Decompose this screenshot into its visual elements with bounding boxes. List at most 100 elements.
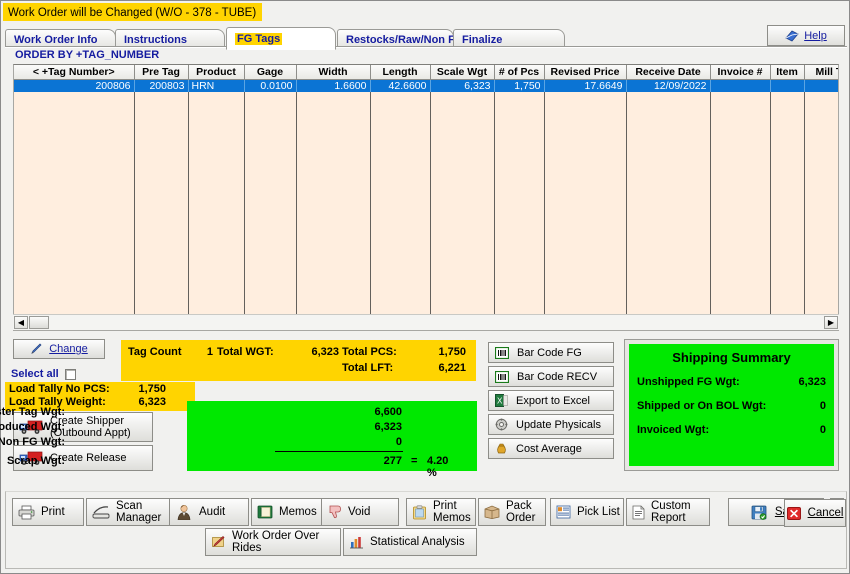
memos-label: Memos (279, 506, 317, 518)
col-gage[interactable]: Gage (244, 65, 297, 80)
print-memos-button[interactable]: Print Memos (406, 498, 476, 526)
statistical-analysis-label: Statistical Analysis (370, 536, 465, 548)
work-order-over-rides-button[interactable]: Work Order Over Rides (205, 528, 341, 556)
cell-num-of-pcs: 1,750 (494, 79, 545, 92)
memos-button[interactable]: Memos (251, 498, 331, 526)
printer-icon (18, 505, 35, 520)
cancel-button[interactable]: Cancel (784, 499, 846, 527)
tab-strip-base (5, 46, 847, 48)
scroll-right-arrow-icon[interactable]: ▶ (824, 316, 838, 329)
table-header-row: < +Tag Number> Pre Tag Product Gage Widt… (14, 65, 838, 80)
clipboard-icon (412, 505, 427, 520)
cell-empty (134, 92, 189, 105)
load-tally-no-pcs-row: Load Tally No PCS: 1,750 (9, 383, 191, 397)
cell-empty (710, 105, 771, 330)
cell-empty (710, 92, 771, 105)
tag-count-label: Tag Count (128, 346, 182, 358)
total-lft-label: Total LFT: (342, 362, 394, 374)
pick-list-button[interactable]: Pick List (550, 498, 624, 526)
void-button[interactable]: Void (321, 498, 399, 526)
scan-manager-button[interactable]: Scan Manager (86, 498, 177, 526)
floppy-save-icon (751, 505, 767, 520)
cost-average-button[interactable]: Cost Average (488, 438, 614, 459)
cell-empty (134, 105, 189, 330)
cell-empty (370, 105, 431, 330)
tab-bar: Work Order Info Instructions FG Tags Res… (5, 27, 847, 50)
work-order-window: Work Order will be Changed (W/O - 378 - … (0, 0, 850, 574)
export-to-excel-button[interactable]: X Export to Excel (488, 390, 614, 411)
unshipped-fg-wgt-row: Unshipped FG Wgt: 6,323 (637, 376, 826, 390)
scroll-left-arrow-icon[interactable]: ◀ (14, 316, 28, 329)
unshipped-fg-wgt-label: Unshipped FG Wgt: (637, 376, 740, 388)
cell-pre-tag: 200803 (134, 79, 189, 92)
select-all-label: Select all (11, 368, 59, 380)
barcode-icon (495, 346, 509, 359)
change-button[interactable]: Change (13, 339, 105, 359)
col-receive-date[interactable]: Receive Date (626, 65, 711, 80)
custom-report-button[interactable]: Custom Report (626, 498, 710, 526)
cell-empty (188, 105, 245, 330)
grid-horizontal-scrollbar[interactable]: ◀ ▶ (13, 314, 839, 330)
print-memos-label: Print Memos (433, 500, 471, 524)
col-mill-tag-num[interactable]: Mill Tag # (804, 65, 838, 80)
fg-tags-grid[interactable]: < +Tag Number> Pre Tag Product Gage Widt… (13, 64, 839, 331)
bar-code-fg-label: Bar Code FG (517, 346, 582, 359)
col-num-of-pcs[interactable]: # of Pcs (494, 65, 545, 80)
cancel-x-icon (786, 506, 801, 520)
total-lft-value: 6,221 (438, 362, 466, 374)
fg-tags-table: < +Tag Number> Pre Tag Product Gage Widt… (14, 65, 838, 330)
col-revised-price[interactable]: Revised Price (544, 65, 627, 80)
update-physicals-button[interactable]: Update Physicals (488, 414, 614, 435)
table-row-empty[interactable] (14, 92, 838, 105)
cell-empty (494, 92, 545, 105)
cell-product: HRN (188, 79, 245, 92)
cell-empty (544, 92, 627, 105)
scrollbar-thumb[interactable] (29, 316, 49, 329)
fg-tags-produced-wgt-label: FG Tags Produced Wgt: (0, 421, 65, 433)
bar-code-recv-button[interactable]: Bar Code RECV (488, 366, 614, 387)
print-button[interactable]: Print (12, 498, 84, 526)
scrap-percent-value: 4.20 % (427, 455, 449, 479)
barcode-icon (495, 370, 509, 383)
pack-order-button[interactable]: Pack Order (478, 498, 546, 526)
bottom-toolbar: Print Scan Manager Audit Memos Void Prin… (5, 491, 847, 569)
table-row-filler (14, 105, 838, 330)
col-invoice-num[interactable]: Invoice # (710, 65, 771, 80)
tag-count-panel: Tag Count 1 Total WGT: 6,323 Total PCS: … (121, 340, 476, 381)
select-all-checkbox[interactable] (64, 368, 76, 380)
fg-tags-produced-wgt-value: 6,323 (374, 421, 402, 433)
tab-fg-tags[interactable]: FG Tags (226, 27, 336, 50)
master-tag-wgt-label: Master Tag Wgt: (0, 406, 65, 418)
cell-mill-tag-num (804, 79, 838, 92)
cell-gage: 0.0100 (244, 79, 297, 92)
master-tag-wgt-value: 6,600 (374, 406, 402, 418)
col-length[interactable]: Length (370, 65, 431, 80)
export-to-excel-label: Export to Excel (516, 394, 590, 407)
col-product[interactable]: Product (188, 65, 245, 80)
col-width[interactable]: Width (296, 65, 371, 80)
table-row[interactable]: 200806 200803 HRN 0.0100 1.6600 42.6600 … (14, 79, 838, 92)
col-tag-number[interactable]: < +Tag Number> (14, 65, 135, 80)
audit-button[interactable]: Audit (169, 498, 249, 526)
excel-icon: X (495, 394, 508, 407)
statistical-analysis-button[interactable]: Statistical Analysis (343, 528, 477, 556)
total-pcs-label: Total PCS: (342, 346, 397, 358)
invoiced-wgt-row: Invoiced Wgt: 0 (637, 424, 826, 438)
auditor-person-icon (175, 504, 193, 520)
col-scale-wgt[interactable]: Scale Wgt (430, 65, 495, 80)
col-item[interactable]: Item (770, 65, 805, 80)
cell-revised-price: 17.6649 (544, 79, 627, 92)
cell-empty (296, 92, 371, 105)
col-pre-tag[interactable]: Pre Tag (134, 65, 189, 80)
cancel-label: Cancel (807, 507, 844, 519)
pick-list-label: Pick List (577, 506, 620, 518)
select-all-control[interactable]: Select all (11, 368, 76, 380)
scrap-summary-panel: Master Tag Wgt: 6,600 FG Tags Produced W… (0, 401, 477, 479)
shipping-summary-inner: Shipping Summary Unshipped FG Wgt: 6,323… (629, 344, 834, 466)
cell-empty (430, 105, 495, 330)
cell-empty (770, 105, 805, 330)
bar-code-fg-button[interactable]: Bar Code FG (488, 342, 614, 363)
cell-empty (544, 105, 627, 330)
cell-empty (370, 92, 431, 105)
cell-empty (626, 92, 711, 105)
